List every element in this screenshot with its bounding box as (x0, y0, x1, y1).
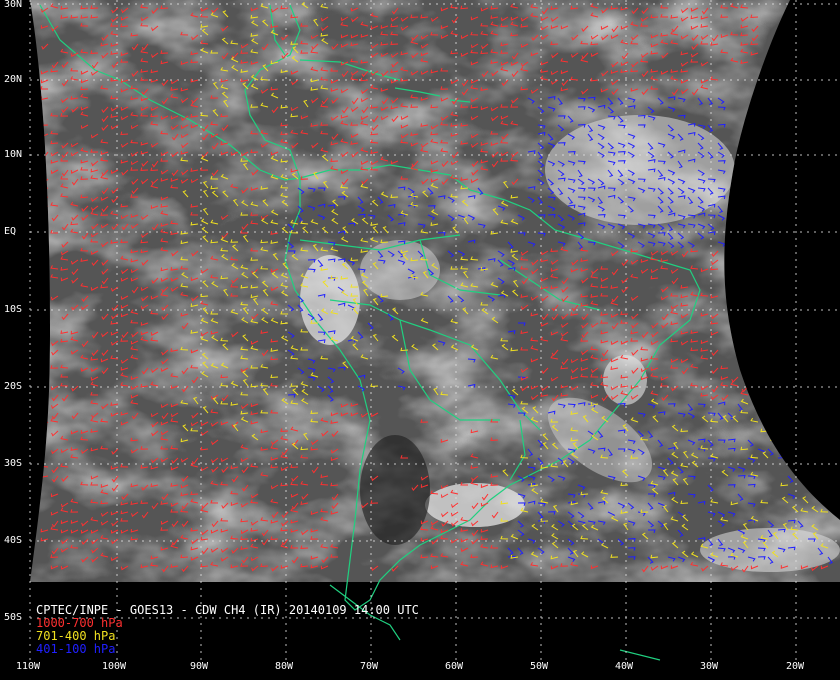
lat-label: 50S (4, 612, 23, 623)
map-caption: CPTEC/INPE - GOES13 - CDW CH4 (IR) 20140… (36, 604, 419, 656)
lon-label: 30W (700, 661, 719, 672)
satellite-map (0, 0, 840, 680)
lon-label: 40W (615, 661, 634, 672)
lon-label: 100W (102, 661, 127, 672)
legend-high-level: 401-100 hPa (36, 642, 116, 656)
lat-label: 30S (4, 458, 23, 469)
lat-label: 20S (4, 381, 23, 392)
lon-label: 20W (786, 661, 805, 672)
lon-label: 110W (16, 661, 41, 672)
lat-label: 10S (4, 304, 23, 315)
lat-label: 10N (4, 149, 23, 160)
lat-label: 40S (4, 535, 23, 546)
lon-label: 70W (360, 661, 379, 672)
lat-label: EQ (4, 226, 17, 237)
lat-label: 20N (4, 74, 23, 85)
lon-label: 90W (190, 661, 209, 672)
lon-label: 60W (445, 661, 464, 672)
lat-label: 30N (4, 0, 23, 10)
lon-label: 50W (530, 661, 549, 672)
lon-label: 80W (275, 661, 294, 672)
